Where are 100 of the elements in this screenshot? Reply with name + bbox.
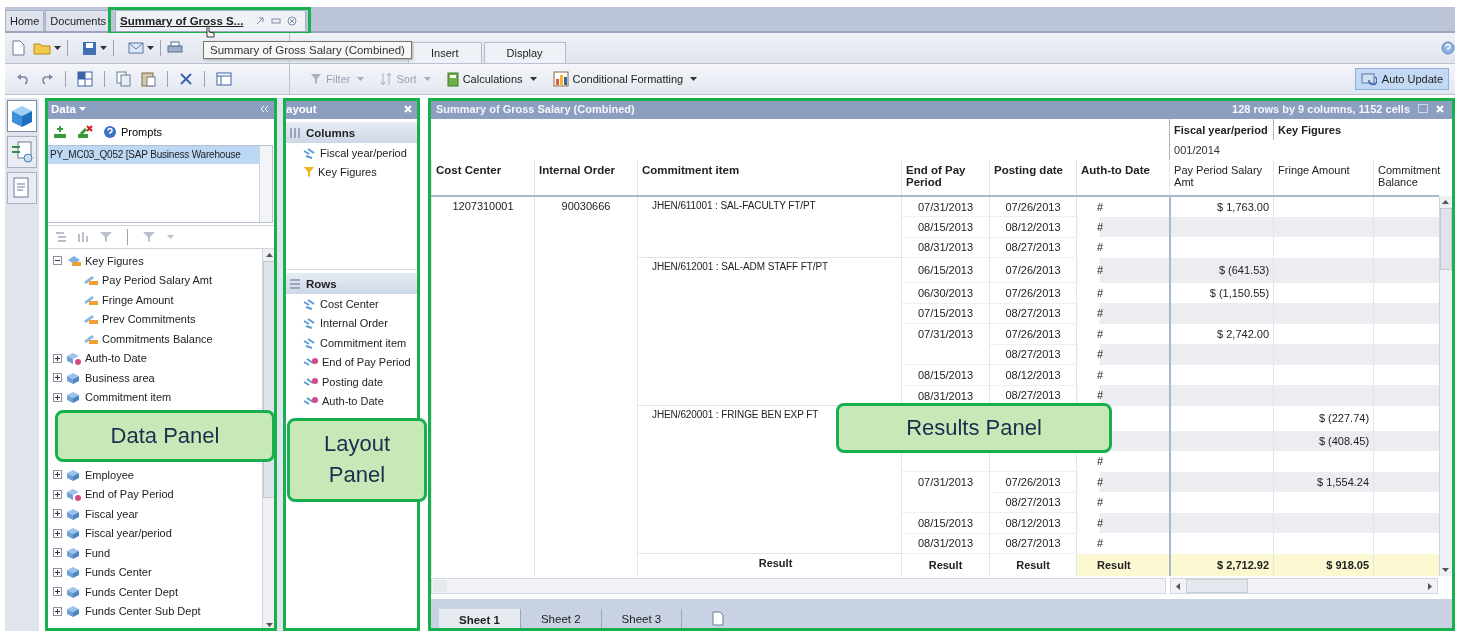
column-header[interactable]: Fringe Amount: [1273, 160, 1374, 196]
collapse-icon[interactable]: [53, 256, 62, 266]
tree-item[interactable]: Fiscal year: [45, 504, 262, 524]
tree-item[interactable]: End of Pay Period: [45, 484, 262, 504]
column-header[interactable]: Commitment Balance: [1373, 160, 1439, 196]
scroll-up-icon[interactable]: [1442, 200, 1450, 204]
scrollbar[interactable]: [1438, 196, 1452, 576]
expand-icon[interactable]: [53, 353, 62, 363]
expand-icon[interactable]: [53, 548, 62, 558]
ribbon-tab[interactable]: Display: [483, 42, 566, 63]
tree-item[interactable]: Funds Center Sub Dept: [45, 601, 262, 621]
scroll-left-icon[interactable]: [1176, 582, 1180, 590]
new-document-icon[interactable]: [11, 40, 25, 56]
help-icon[interactable]: [1441, 41, 1455, 55]
tree-item[interactable]: Funds Center Dept: [45, 582, 262, 602]
redo-icon[interactable]: [40, 73, 54, 85]
sort-icon: [380, 72, 393, 86]
expand-icon[interactable]: [53, 470, 62, 480]
scrollbar[interactable]: [1170, 578, 1438, 594]
column-header[interactable]: Cost Center: [431, 160, 535, 196]
expand-icon[interactable]: [53, 606, 62, 616]
section-header[interactable]: Rows: [283, 273, 420, 294]
printer-icon[interactable]: [167, 41, 183, 55]
layout-item[interactable]: Cost Center: [283, 294, 420, 314]
expand-icon[interactable]: [53, 489, 62, 499]
tree-item[interactable]: Fund: [45, 543, 262, 563]
scroll-right-icon[interactable]: [1428, 582, 1432, 590]
close-icon[interactable]: [287, 16, 298, 26]
new-sheet-icon[interactable]: [712, 611, 725, 626]
hierarchy-icon[interactable]: [77, 231, 91, 243]
auto-update-button[interactable]: Auto Update: [1354, 68, 1449, 90]
paste-icon[interactable]: [141, 71, 156, 87]
add-source-icon[interactable]: [53, 125, 67, 139]
column-header[interactable]: Auth-to Date: [1076, 160, 1170, 196]
sheet-tab[interactable]: Sheet 3: [601, 609, 683, 629]
column-header[interactable]: Pay Period Salary Amt: [1169, 160, 1274, 196]
prompts-button[interactable]: Prompts: [103, 125, 162, 139]
column-header[interactable]: Posting date: [989, 160, 1077, 196]
document-tab[interactable]: Documents: [45, 10, 111, 31]
side-tab[interactable]: [7, 136, 37, 168]
sheet-tab[interactable]: Sheet 2: [520, 609, 602, 629]
remove-source-icon[interactable]: [77, 125, 93, 139]
expand-icon[interactable]: [53, 509, 62, 519]
delete-icon[interactable]: [179, 72, 193, 86]
expand-icon[interactable]: [53, 392, 62, 402]
expand-icon[interactable]: [53, 528, 62, 538]
sheet-tab[interactable]: Sheet 1: [439, 609, 521, 631]
document-tab[interactable]: Home: [5, 10, 45, 31]
layout-item[interactable]: Commitment item: [283, 333, 420, 353]
pin-icon[interactable]: [255, 16, 266, 26]
scrollbar[interactable]: [259, 146, 272, 222]
table-cell: 08/27/2013: [989, 237, 1077, 258]
table-icon[interactable]: [77, 71, 93, 87]
scroll-thumb[interactable]: [1186, 579, 1248, 593]
tree-item[interactable]: Pay Period Salary Amt: [45, 270, 262, 290]
tree-item[interactable]: Auth-to Date: [45, 348, 262, 368]
undo-icon[interactable]: [16, 73, 30, 85]
expand-icon[interactable]: [53, 373, 62, 383]
layout-item[interactable]: End of Pay Period: [283, 352, 420, 372]
tree-item[interactable]: Employee: [45, 465, 262, 485]
toolbar-button[interactable]: Conditional Formatting: [546, 69, 704, 89]
scroll-down-icon[interactable]: [265, 623, 273, 627]
tree-item[interactable]: Fringe Amount: [45, 290, 262, 310]
layout-item[interactable]: Internal Order: [283, 313, 420, 333]
tree-icon[interactable]: [55, 231, 69, 243]
tree-item[interactable]: Fiscal year/period: [45, 523, 262, 543]
panel-icon[interactable]: [216, 72, 232, 86]
copy-icon[interactable]: [116, 71, 131, 87]
tree-item[interactable]: Commitment item: [45, 387, 262, 407]
column-header[interactable]: End of Pay Period: [901, 160, 990, 196]
layout-item[interactable]: Fiscal year/period: [283, 143, 420, 163]
side-tab[interactable]: [7, 172, 37, 204]
column-header[interactable]: Internal Order: [534, 160, 638, 196]
folder-icon[interactable]: [33, 41, 51, 55]
source-item[interactable]: PY_MC03_Q052 [SAP Business Warehouse: [48, 146, 259, 164]
layout-item[interactable]: Posting date: [283, 372, 420, 392]
tree-item[interactable]: Prev Commitments: [45, 309, 262, 329]
funnel-icon[interactable]: [99, 231, 113, 243]
expand-icon[interactable]: [53, 567, 62, 577]
toolbar-button[interactable]: Calculations: [440, 69, 543, 89]
ribbon-tab[interactable]: Insert: [408, 42, 482, 63]
scroll-thumb[interactable]: [1439, 208, 1452, 270]
maximize-icon[interactable]: [1418, 104, 1428, 113]
expand-icon[interactable]: [53, 587, 62, 597]
scroll-up-icon[interactable]: [265, 253, 273, 257]
tree-item[interactable]: Funds Center: [45, 562, 262, 582]
tree-item[interactable]: Key Figures: [45, 251, 262, 271]
tree-item[interactable]: Commitments Balance: [45, 329, 262, 349]
envelope-icon[interactable]: [128, 42, 144, 54]
scrollbar[interactable]: [431, 578, 1166, 594]
tree-item[interactable]: Business area: [45, 368, 262, 388]
column-header[interactable]: Commitment item: [637, 160, 902, 196]
save-icon[interactable]: [82, 40, 97, 56]
restore-icon[interactable]: [271, 16, 282, 26]
layout-item[interactable]: Auth-to Date: [283, 391, 420, 411]
funnel-icon[interactable]: [142, 231, 156, 243]
scroll-down-icon[interactable]: [1442, 568, 1450, 572]
side-tab[interactable]: [7, 100, 37, 132]
layout-item[interactable]: Key Figures: [283, 162, 420, 182]
section-header[interactable]: Columns: [283, 122, 420, 143]
